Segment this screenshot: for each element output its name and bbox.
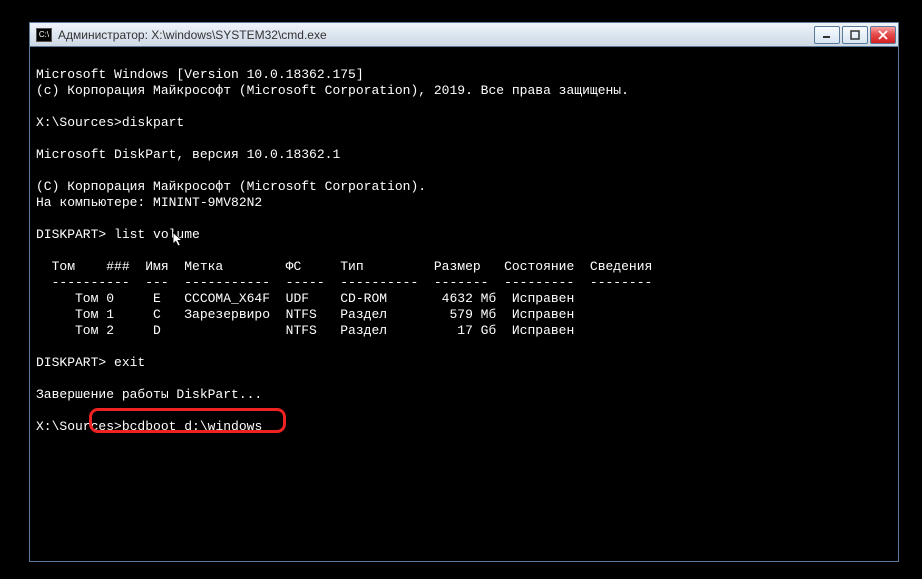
output-line: Microsoft DiskPart, версия 10.0.18362.1 [36, 147, 340, 162]
table-divider: ---------- --- ----------- ----- -------… [36, 275, 652, 290]
terminal-output[interactable]: Microsoft Windows [Version 10.0.18362.17… [30, 47, 898, 561]
close-button[interactable] [870, 26, 896, 44]
output-line: X:\Sources>diskpart [36, 115, 184, 130]
output-line: На компьютере: MININT-9MV82N2 [36, 195, 262, 210]
cmd-window: C:\ Администратор: X:\windows\SYSTEM32\c… [29, 22, 899, 562]
current-command: bcdboot d:\windows [122, 419, 262, 434]
maximize-button[interactable] [842, 26, 868, 44]
table-row: Том 0 E CCCOMA_X64F UDF CD-ROM 4632 Мб И… [36, 291, 574, 306]
app-icon: C:\ [36, 28, 52, 42]
table-header: Том ### Имя Метка ФС Тип Размер Состояни… [36, 259, 652, 274]
output-line: Завершение работы DiskPart... [36, 387, 262, 402]
output-line: (c) Корпорация Майкрософт (Microsoft Cor… [36, 83, 629, 98]
titlebar[interactable]: C:\ Администратор: X:\windows\SYSTEM32\c… [30, 23, 898, 47]
text-caret: _ [262, 419, 270, 434]
prompt: X:\Sources> [36, 419, 122, 434]
table-row: Том 2 D NTFS Раздел 17 Gб Исправен [36, 323, 574, 338]
window-title: Администратор: X:\windows\SYSTEM32\cmd.e… [58, 28, 812, 42]
output-line: Microsoft Windows [Version 10.0.18362.17… [36, 67, 364, 82]
table-row: Том 1 C Зарезервиро NTFS Раздел 579 Мб И… [36, 307, 574, 322]
mouse-cursor-icon [173, 232, 184, 249]
output-line: DISKPART> exit [36, 355, 145, 370]
output-line: (C) Корпорация Майкрософт (Microsoft Cor… [36, 179, 426, 194]
minimize-button[interactable] [814, 26, 840, 44]
window-controls [812, 26, 896, 44]
